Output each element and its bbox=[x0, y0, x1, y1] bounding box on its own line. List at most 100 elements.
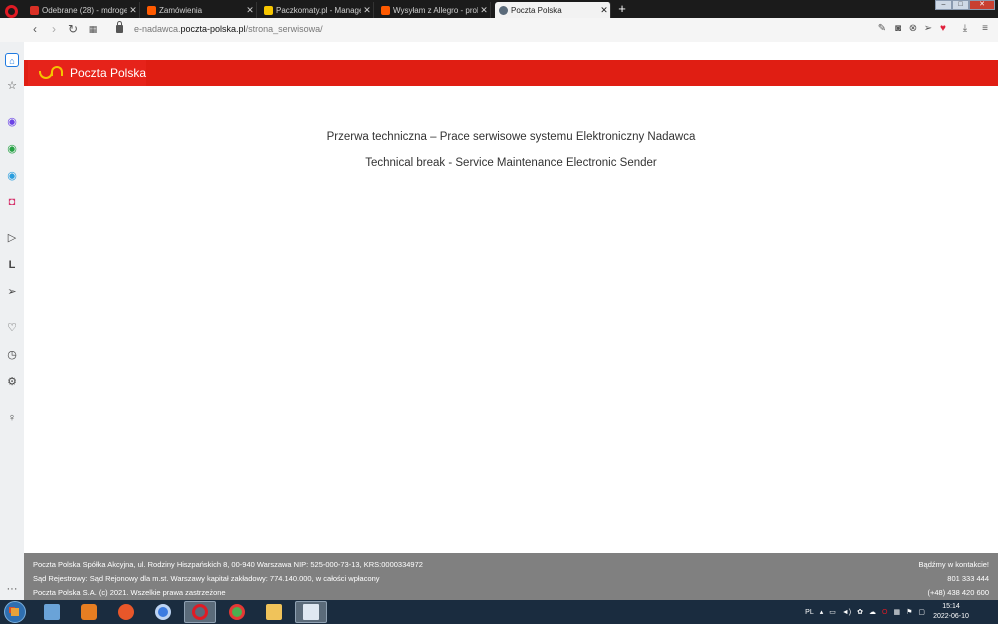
clock-date: 2022-06-10 bbox=[933, 613, 969, 620]
history-icon[interactable]: ◷ bbox=[5, 348, 19, 362]
footer-address: Poczta Polska Spółka Akcyjna, ul. Rodzin… bbox=[33, 560, 423, 569]
header-bar: Poczta Polska bbox=[24, 60, 998, 86]
inpost-icon bbox=[264, 5, 273, 15]
globe-icon bbox=[499, 5, 508, 15]
window-controls: – □ ✕ bbox=[935, 0, 995, 10]
gmail-icon bbox=[30, 5, 39, 15]
volume-icon[interactable]: ◄) bbox=[842, 609, 851, 616]
allegro-icon bbox=[381, 5, 390, 15]
firefox-icon bbox=[118, 604, 134, 620]
cloud-icon[interactable]: ☁ bbox=[869, 608, 876, 616]
heart-icon[interactable]: ♥ bbox=[937, 23, 949, 35]
send-icon[interactable]: ➢ bbox=[922, 23, 934, 35]
close-tab-icon[interactable]: ✕ bbox=[361, 5, 373, 16]
download-icon[interactable]: ⤓ bbox=[959, 23, 971, 35]
close-window-button[interactable]: ✕ bbox=[969, 0, 995, 10]
l-icon[interactable]: L bbox=[5, 258, 19, 272]
tab-gmail[interactable]: Odebrane (28) - mdrogeria ✕ bbox=[26, 2, 140, 18]
app-tray-icon[interactable]: ✿ bbox=[857, 608, 863, 616]
system-tray: PL ▴ ▭ ◄) ✿ ☁ O ▦ ⚑ ▢ bbox=[802, 600, 928, 624]
taskbar-app-file-explorer[interactable] bbox=[258, 601, 290, 623]
taskbar-app-notepad[interactable] bbox=[295, 601, 327, 623]
maintenance-message-pl: Przerwa techniczna – Prace serwisowe sys… bbox=[326, 131, 696, 143]
maximize-button[interactable]: □ bbox=[952, 0, 969, 10]
web-page: Poczta Polska Przerwa techniczna – Prace… bbox=[24, 42, 998, 600]
speed-dial-icon[interactable]: ▦ bbox=[86, 22, 100, 36]
show-hidden-icons-icon[interactable]: ▴ bbox=[820, 608, 824, 616]
footer-phone-2[interactable]: (+48) 438 420 600 bbox=[919, 586, 989, 599]
taskbar-app-explorer-window[interactable] bbox=[36, 601, 68, 623]
footer-contact-heading: Bądźmy w kontakcie! bbox=[918, 560, 989, 569]
footer-company-info: Poczta Polska Spółka Akcyjna, ul. Rodzin… bbox=[33, 553, 423, 599]
keyboard-icon[interactable]: ▭ bbox=[829, 608, 836, 616]
forward-icon[interactable]: › bbox=[47, 22, 61, 36]
tab-zamowienia[interactable]: Zamówienia ✕ bbox=[143, 2, 257, 18]
browser-tab-bar: Odebrane (28) - mdrogeria ✕ Zamówienia ✕… bbox=[0, 0, 998, 18]
windows-taskbar: PL ▴ ▭ ◄) ✿ ☁ O ▦ ⚑ ▢ 15:14 2022-06-10 bbox=[0, 600, 998, 624]
tab-wysylam-z-allegro[interactable]: Wysyłam z Allegro - problem ✕ bbox=[377, 2, 491, 18]
notification-icon[interactable]: ▢ bbox=[918, 608, 925, 616]
close-tab-icon[interactable]: ✕ bbox=[127, 5, 139, 16]
opera-sidebar: ⌂ ☆ ◉ ◉ ◉ ◘ ▷ L ➢ ♡ ◷ ⚙ ♀ ··· bbox=[0, 42, 24, 600]
bookmarks-icon[interactable]: ☆ bbox=[5, 79, 19, 93]
reload-icon[interactable]: ↻ bbox=[66, 22, 80, 36]
settings-gear-icon[interactable]: ⚙ bbox=[5, 375, 19, 389]
allegro-icon bbox=[147, 5, 156, 15]
share-icon[interactable]: ✎ bbox=[876, 23, 888, 35]
taskbar-app-firefox[interactable] bbox=[110, 601, 142, 623]
folder-icon bbox=[266, 604, 282, 620]
messenger-icon[interactable]: ◉ bbox=[5, 115, 19, 129]
home-icon[interactable]: ⌂ bbox=[5, 53, 19, 67]
maintenance-message-en: Technical break - Service Maintenance El… bbox=[365, 157, 657, 169]
media-player-icon bbox=[81, 604, 97, 620]
notepad-icon bbox=[303, 604, 319, 620]
taskbar-app-media-player[interactable] bbox=[73, 601, 105, 623]
tab-title: Odebrane (28) - mdrogeria bbox=[42, 5, 127, 15]
language-indicator[interactable]: PL bbox=[805, 609, 814, 616]
page-footer: Poczta Polska Spółka Akcyjna, ul. Rodzin… bbox=[24, 553, 998, 600]
tips-bulb-icon[interactable]: ♀ bbox=[5, 411, 19, 425]
opera-tray-icon[interactable]: O bbox=[882, 609, 887, 616]
tab-poczta-polska[interactable]: Poczta Polska ✕ bbox=[495, 2, 611, 18]
start-button[interactable] bbox=[4, 601, 26, 623]
telegram-icon[interactable]: ◉ bbox=[5, 169, 19, 183]
clock-time: 15:14 bbox=[942, 603, 960, 610]
address-bar: ‹ › ↻ ▦ e-nadawca.poczta-polska.pl/stron… bbox=[0, 18, 998, 42]
new-tab-button[interactable]: + bbox=[615, 2, 629, 16]
logo-text: Poczta Polska bbox=[69, 66, 146, 80]
close-tab-icon[interactable]: ✕ bbox=[478, 5, 490, 16]
tab-title: Zamówienia bbox=[159, 5, 203, 15]
taskbar-app-chromium[interactable] bbox=[147, 601, 179, 623]
back-icon[interactable]: ‹ bbox=[28, 22, 42, 36]
instagram-icon[interactable]: ◘ bbox=[5, 195, 19, 209]
chrome-icon bbox=[229, 604, 245, 620]
tab-title: Poczta Polska bbox=[511, 5, 562, 15]
adblock-icon[interactable]: ⊗ bbox=[907, 23, 919, 35]
footer-registry: Sąd Rejestrowy: Sąd Rejonowy dla m.st. W… bbox=[33, 574, 380, 583]
network-icon[interactable]: ▦ bbox=[893, 608, 900, 616]
logo[interactable]: Poczta Polska bbox=[28, 60, 146, 86]
chromium-icon bbox=[155, 604, 171, 620]
whatsapp-icon[interactable]: ◉ bbox=[5, 142, 19, 156]
flow-send-icon[interactable]: ➢ bbox=[5, 285, 19, 299]
close-tab-icon[interactable]: ✕ bbox=[244, 5, 256, 16]
tab-paczkomaty[interactable]: Paczkomaty.pl - Manager pac ✕ bbox=[260, 2, 374, 18]
footer-contact: Bądźmy w kontakcie! 801 333 444 (+48) 43… bbox=[919, 553, 989, 599]
more-icon[interactable]: ··· bbox=[5, 582, 19, 596]
minimize-button[interactable]: – bbox=[935, 0, 952, 10]
player-icon[interactable]: ▷ bbox=[5, 231, 19, 245]
footer-phone-1[interactable]: 801 333 444 bbox=[919, 572, 989, 585]
favorites-heart-icon[interactable]: ♡ bbox=[5, 321, 19, 335]
clock[interactable]: 15:14 2022-06-10 bbox=[930, 602, 972, 622]
opera-menu-icon[interactable] bbox=[5, 5, 18, 18]
flag-icon[interactable]: ⚑ bbox=[906, 608, 912, 616]
lock-icon[interactable] bbox=[116, 21, 123, 33]
close-tab-icon[interactable]: ✕ bbox=[598, 5, 610, 16]
taskbar-app-chrome[interactable] bbox=[221, 601, 253, 623]
footer-copyright: Poczta Polska S.A. (c) 2021. Wszelkie pr… bbox=[33, 588, 226, 597]
easy-setup-icon[interactable]: ≡ bbox=[979, 23, 991, 35]
tab-title: Paczkomaty.pl - Manager pac bbox=[276, 5, 361, 15]
taskbar-app-opera[interactable] bbox=[184, 601, 216, 623]
url-field[interactable]: e-nadawca.poczta-polska.pl/strona_serwis… bbox=[134, 24, 323, 34]
camera-icon[interactable]: ◙ bbox=[892, 23, 904, 35]
